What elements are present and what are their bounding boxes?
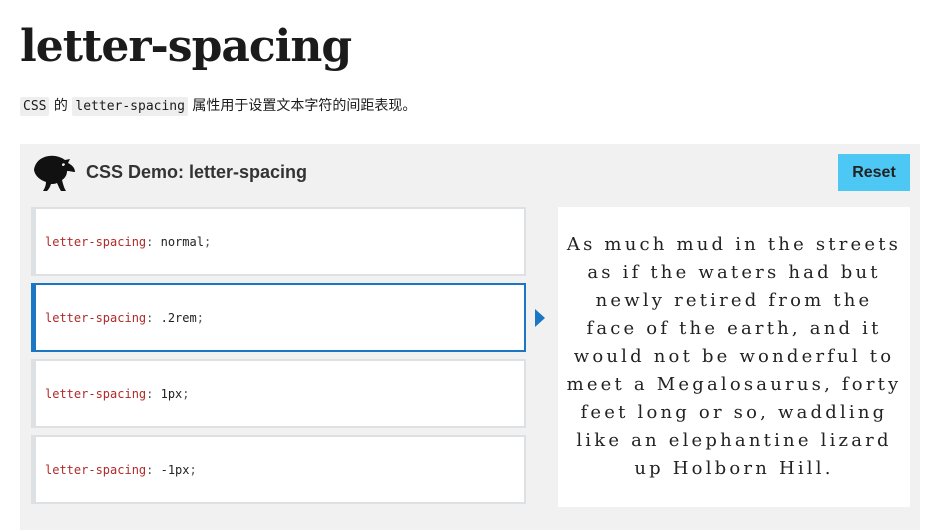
- intro-text-2: 属性用于设置文本字符的间距表现。: [187, 98, 417, 114]
- choice-2rem[interactable]: letter-spacing: .2rem;: [31, 283, 526, 352]
- choice-colon: :: [146, 462, 161, 477]
- demo-header: CSS Demo: letter-spacing Reset: [20, 144, 920, 206]
- choice-semicolon: ;: [182, 386, 190, 401]
- choice-property: letter-spacing: [45, 310, 147, 325]
- inline-code-letter-spacing: letter-spacing: [72, 97, 188, 116]
- output-panel: As much mud in the streets as if the wat…: [558, 207, 910, 507]
- inline-code-css: CSS: [20, 97, 50, 116]
- choice-code: letter-spacing: -1px;: [45, 463, 197, 477]
- page-title: letter-spacing: [20, 21, 352, 72]
- demo-title: CSS Demo: letter-spacing: [86, 162, 308, 182]
- choice-property: letter-spacing: [45, 234, 147, 249]
- dino-icon: [34, 155, 75, 191]
- choice-code: letter-spacing: normal;: [45, 235, 211, 249]
- choice-normal[interactable]: letter-spacing: normal;: [31, 207, 526, 276]
- choice-value: .2rem: [160, 310, 197, 325]
- choice-value: 1px: [160, 386, 183, 401]
- reset-button[interactable]: Reset: [838, 154, 910, 191]
- choice-colon: :: [146, 310, 161, 325]
- choice-semicolon: ;: [189, 462, 197, 477]
- choice-value: normal: [160, 234, 204, 249]
- choice-colon: :: [146, 234, 161, 249]
- choice-value: -1px: [160, 462, 190, 477]
- choice-property: letter-spacing: [45, 462, 147, 477]
- choice-semicolon: ;: [203, 234, 212, 249]
- output-text: As much mud in the streets as if the wat…: [566, 234, 902, 479]
- intro-paragraph: CSS 的 letter-spacing 属性用于设置文本字符的间距表现。: [20, 94, 416, 119]
- choice-1px[interactable]: letter-spacing: 1px;: [31, 359, 526, 428]
- choice-code: letter-spacing: 1px;: [45, 387, 190, 401]
- choice-semicolon: ;: [196, 310, 204, 325]
- selected-arrow-icon: [535, 309, 545, 327]
- intro-text-1: 的: [49, 98, 73, 114]
- choice-negative-1px[interactable]: letter-spacing: -1px;: [31, 435, 526, 504]
- choice-code: letter-spacing: .2rem;: [45, 311, 204, 325]
- interactive-demo: CSS Demo: letter-spacing Reset letter-sp…: [20, 144, 920, 530]
- choice-list: letter-spacing: normal; letter-spacing: …: [31, 207, 526, 511]
- choice-colon: :: [146, 386, 161, 401]
- choice-property: letter-spacing: [45, 386, 147, 401]
